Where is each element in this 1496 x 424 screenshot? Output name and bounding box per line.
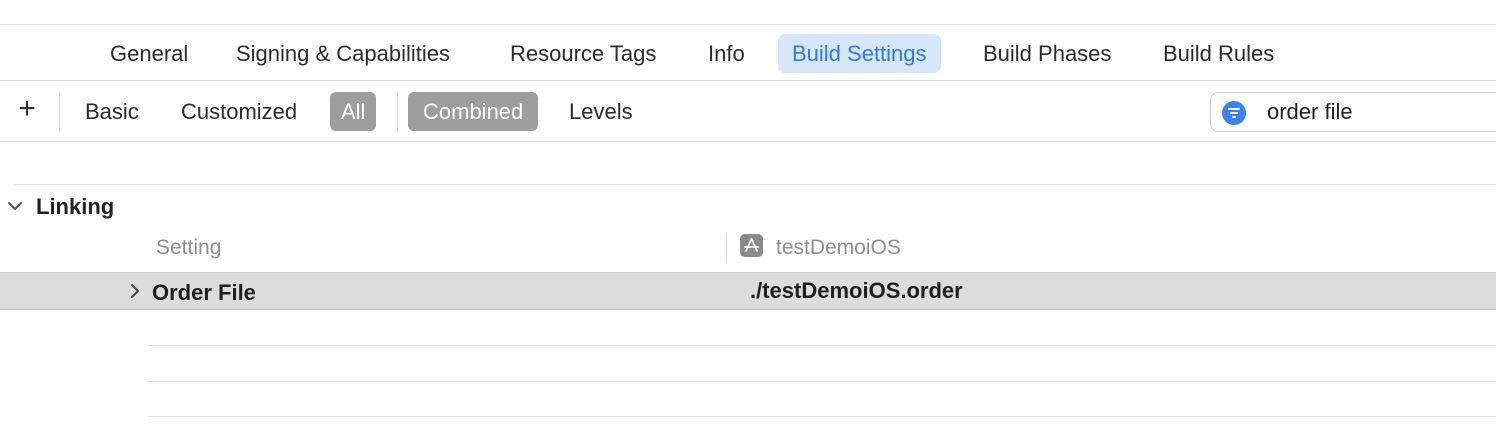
target-column-header: testDemoiOS [776,236,901,259]
setting-column-header: Setting [156,236,222,259]
section-divider [14,184,1496,185]
search-input[interactable] [1267,93,1496,131]
setting-row-order-file[interactable]: Order File ./testDemoiOS.order [0,273,1496,309]
filter-icon[interactable] [1222,101,1246,125]
chevron-right-icon[interactable] [126,282,144,300]
toolbar-divider [0,141,1496,142]
tab-signing-capabilities[interactable]: Signing & Capabilities [222,34,464,73]
scope-all-button[interactable]: All [330,92,377,131]
setting-name: Order File [152,280,256,305]
empty-row-divider [148,345,1496,346]
empty-row-divider [148,416,1496,417]
view-levels-button[interactable]: Levels [558,92,644,131]
tab-info[interactable]: Info [694,34,759,73]
tab-build-rules[interactable]: Build Rules [1149,34,1288,73]
filter-toolbar: + Basic Customized All Combined Levels [0,81,1496,141]
plus-icon: + [18,92,36,125]
scope-customized-button[interactable]: Customized [170,92,308,131]
add-setting-button[interactable]: + [12,92,42,125]
tab-resource-tags[interactable]: Resource Tags [496,34,670,73]
setting-value[interactable]: ./testDemoiOS.order [750,278,963,304]
tab-build-settings[interactable]: Build Settings [778,34,941,73]
toolbar-separator [397,93,398,131]
row-divider [0,309,1496,310]
empty-row-divider [148,381,1496,382]
app-target-icon [740,234,763,257]
section-title: Linking [36,194,115,219]
scope-basic-button[interactable]: Basic [74,92,150,131]
column-divider[interactable] [726,233,727,263]
chevron-down-icon[interactable] [6,197,24,215]
editor-tab-bar: General Signing & Capabilities Resource … [0,25,1496,80]
settings-search-field[interactable] [1210,92,1496,132]
build-settings-window: General Signing & Capabilities Resource … [0,0,1496,424]
toolbar-separator [59,93,60,131]
view-combined-button[interactable]: Combined [408,92,539,131]
tab-general[interactable]: General [96,34,202,73]
tab-build-phases[interactable]: Build Phases [969,34,1125,73]
